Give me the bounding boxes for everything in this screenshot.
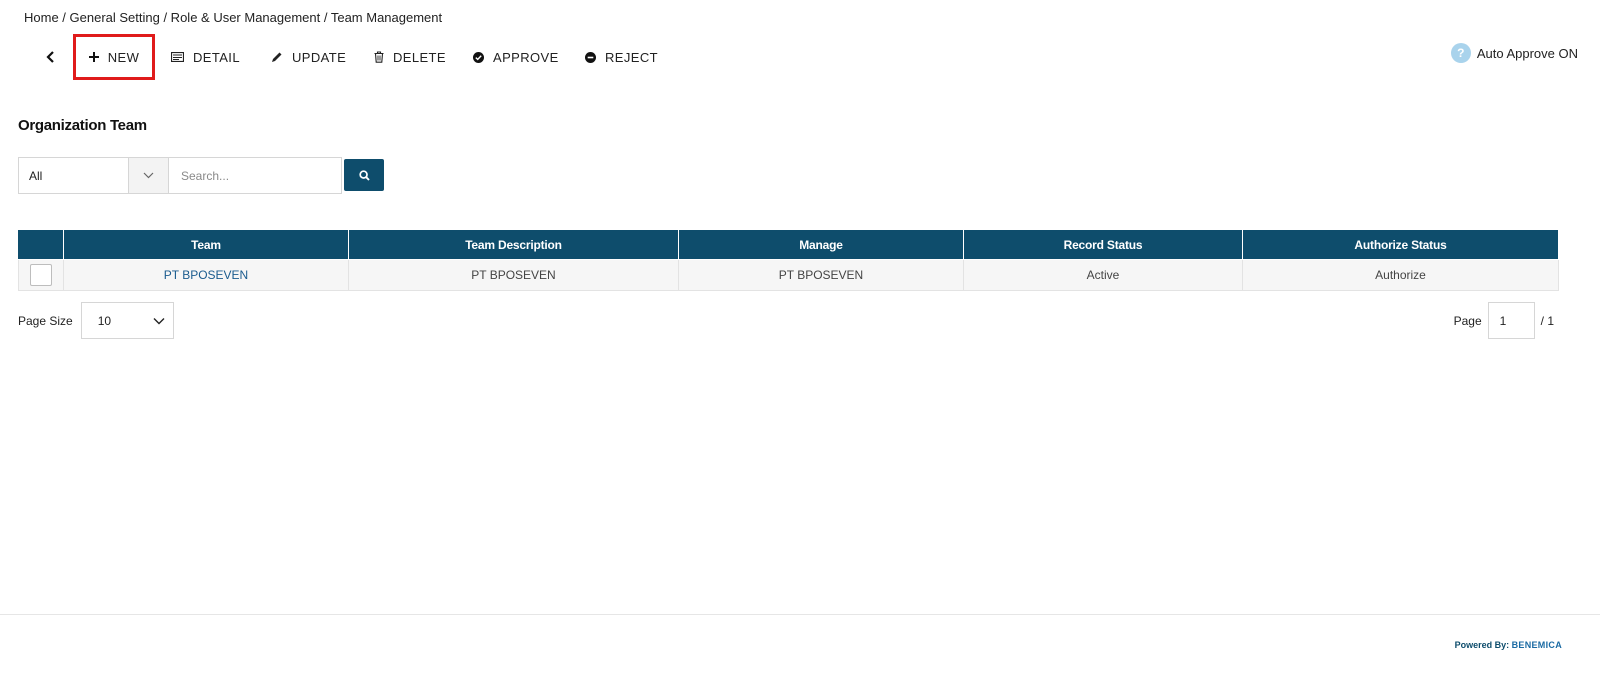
- search-button[interactable]: [344, 159, 384, 191]
- total-pages: / 1: [1540, 313, 1554, 328]
- page-size-select[interactable]: 10: [80, 302, 174, 339]
- table-header-row: Team Team Description Manage Record Stat…: [18, 230, 1559, 260]
- page-number-input[interactable]: [1487, 302, 1535, 339]
- page-title: Organization Team: [18, 117, 147, 134]
- update-button-label: UPDATE: [292, 49, 347, 65]
- new-button-label: NEW: [107, 49, 140, 65]
- column-header-manage[interactable]: Manage: [678, 230, 964, 260]
- powered-by-label: Powered By:: [1454, 640, 1510, 650]
- search-input[interactable]: [169, 157, 342, 194]
- delete-button-label: DELETE: [393, 49, 446, 65]
- detail-card-icon: [171, 52, 184, 62]
- pencil-icon: [272, 52, 282, 62]
- select-column-header: [18, 230, 64, 260]
- team-description-cell: PT BPOSEVEN: [348, 259, 679, 291]
- team-link[interactable]: PT BPOSEVEN: [164, 268, 248, 282]
- filter-bar: All: [18, 157, 384, 194]
- check-circle-icon: [473, 51, 484, 63]
- column-header-record-status[interactable]: Record Status: [963, 230, 1243, 260]
- auto-approve-label: Auto Approve ON: [1476, 45, 1578, 61]
- authorize-status-cell: Authorize: [1242, 259, 1559, 291]
- new-button[interactable]: NEW: [73, 34, 155, 80]
- team-cell: PT BPOSEVEN: [63, 259, 349, 291]
- column-header-team-description[interactable]: Team Description: [348, 230, 679, 260]
- filter-select[interactable]: All: [18, 157, 169, 194]
- filter-select-value: All: [29, 168, 43, 183]
- page-label: Page: [1453, 313, 1482, 328]
- auto-approve-status[interactable]: ? Auto Approve ON: [1450, 43, 1578, 63]
- trash-icon: [374, 51, 384, 63]
- manage-cell: PT BPOSEVEN: [678, 259, 964, 291]
- back-button[interactable]: [40, 46, 62, 68]
- row-select-cell: [18, 259, 64, 291]
- table-row[interactable]: PT BPOSEVEN PT BPOSEVEN PT BPOSEVEN Acti…: [18, 259, 1559, 291]
- reject-button[interactable]: REJECT: [575, 34, 668, 80]
- update-button[interactable]: UPDATE: [261, 34, 356, 80]
- powered-by: Powered By: BENEMICA: [1455, 640, 1562, 650]
- pagination: Page / 1: [1454, 302, 1554, 339]
- filter-select-arrow[interactable]: [128, 158, 168, 193]
- chevron-left-icon: [46, 51, 54, 63]
- record-status-cell: Active: [963, 259, 1243, 291]
- column-header-authorize-status[interactable]: Authorize Status: [1242, 230, 1559, 260]
- delete-button[interactable]: DELETE: [364, 34, 456, 80]
- footer-divider: [0, 614, 1600, 615]
- action-toolbar: NEW DETAIL UPDATE DELETE APPROVE REJECT: [0, 34, 1600, 80]
- row-checkbox[interactable]: [30, 264, 52, 286]
- detail-button[interactable]: DETAIL: [161, 34, 250, 80]
- search-icon: [358, 169, 370, 181]
- page-size-control: Page Size 10: [18, 302, 174, 339]
- breadcrumb: Home / General Setting / Role & User Man…: [24, 10, 443, 25]
- team-table: Team Team Description Manage Record Stat…: [18, 230, 1559, 291]
- column-header-team[interactable]: Team: [63, 230, 349, 260]
- reject-button-label: REJECT: [605, 49, 658, 65]
- plus-icon: [88, 52, 99, 62]
- page-size-value: 10: [97, 313, 112, 328]
- brand-logo: BENEMICA: [1511, 640, 1562, 650]
- page-size-label: Page Size: [18, 313, 73, 328]
- chevron-down-icon: [143, 172, 154, 179]
- detail-button-label: DETAIL: [193, 49, 240, 65]
- help-icon: ?: [1450, 43, 1471, 63]
- approve-button[interactable]: APPROVE: [463, 34, 569, 80]
- approve-button-label: APPROVE: [493, 49, 559, 65]
- chevron-down-icon: [153, 317, 165, 324]
- minus-circle-icon: [585, 51, 596, 63]
